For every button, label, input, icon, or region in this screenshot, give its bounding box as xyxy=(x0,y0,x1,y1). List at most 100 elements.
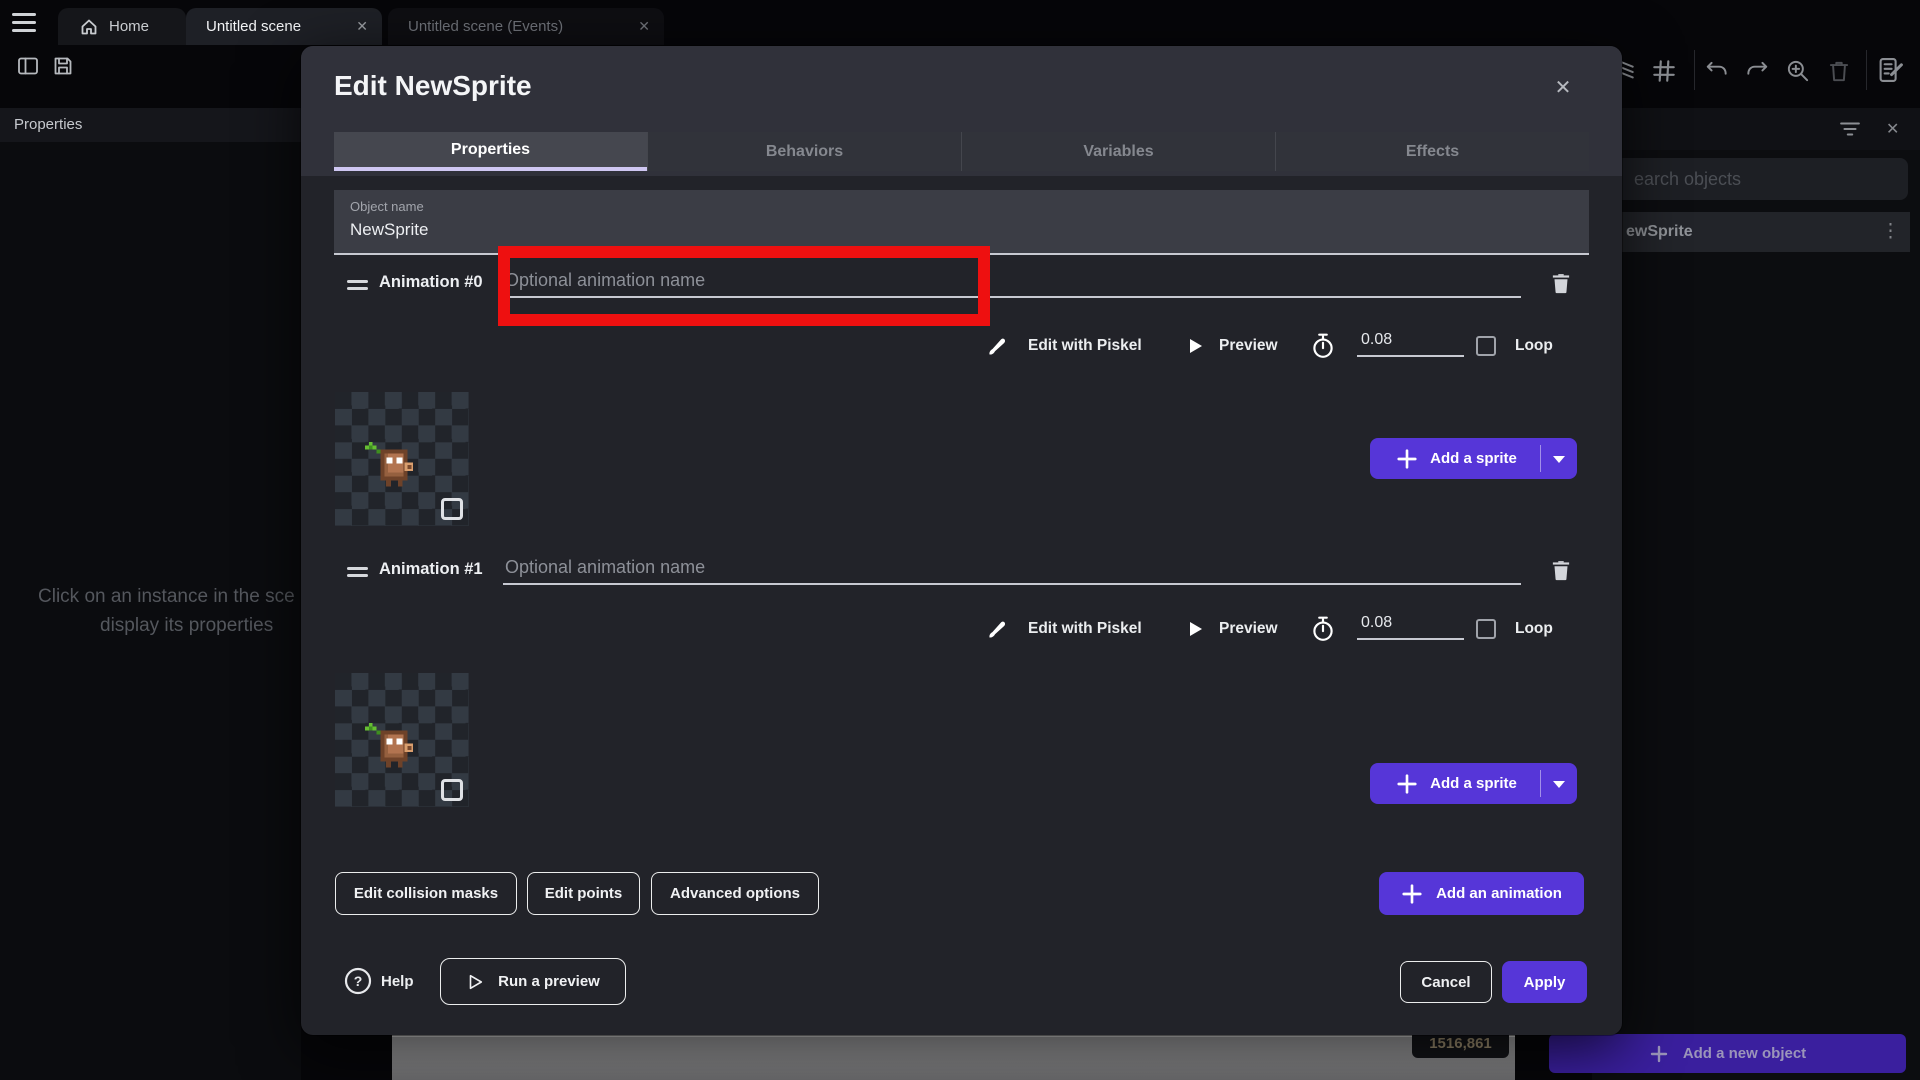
brush-icon xyxy=(985,334,1009,358)
help-button[interactable]: Help xyxy=(381,958,414,1005)
edit-with-piskel-button[interactable]: Edit with Piskel xyxy=(1028,329,1142,363)
apply-button[interactable]: Apply xyxy=(1502,961,1587,1003)
redo-icon[interactable] xyxy=(1744,60,1770,87)
objects-panel-body xyxy=(1592,150,1920,1080)
add-animation-label: Add an animation xyxy=(1436,885,1562,902)
tab-events-label: Untitled scene (Events) xyxy=(408,18,563,35)
undo-icon[interactable] xyxy=(1704,60,1730,87)
brush-icon xyxy=(985,617,1009,641)
button-label: Apply xyxy=(1524,974,1566,991)
delete-animation-icon[interactable] xyxy=(1548,557,1574,583)
add-new-object-label: Add a new object xyxy=(1683,1045,1806,1062)
tab-label: Effects xyxy=(1406,143,1459,161)
tab-home[interactable]: Home xyxy=(58,8,186,45)
edit-object-dialog: Edit NewSprite ✕ Properties Behaviors Va… xyxy=(301,46,1622,1035)
drag-handle[interactable] xyxy=(347,280,368,290)
add-sprite-label: Add a sprite xyxy=(1430,775,1517,792)
help-icon[interactable]: ? xyxy=(343,966,373,1001)
button-label: Cancel xyxy=(1421,974,1470,991)
plus-icon xyxy=(1401,883,1423,905)
loop-checkbox[interactable] xyxy=(1476,619,1496,639)
add-new-object-button[interactable]: Add a new object xyxy=(1549,1034,1906,1073)
tab-untitled-scene-events[interactable]: Untitled scene (Events) ✕ xyxy=(388,8,664,45)
tab-untitled-scene[interactable]: Untitled scene ✕ xyxy=(186,8,382,45)
add-animation-button[interactable]: Add an animation xyxy=(1379,872,1584,915)
save-icon[interactable] xyxy=(51,54,75,83)
loop-label: Loop xyxy=(1515,612,1553,646)
sprite-thumbnail[interactable] xyxy=(335,392,469,526)
pig-sprite-image xyxy=(361,438,423,492)
animation-name-input[interactable] xyxy=(503,551,1521,585)
plus-icon xyxy=(1649,1044,1669,1064)
add-sprite-button[interactable]: Add a sprite xyxy=(1370,438,1577,479)
loop-label: Loop xyxy=(1515,329,1553,363)
animation-name-input[interactable] xyxy=(503,264,1521,298)
add-sprite-label: Add a sprite xyxy=(1430,450,1517,467)
hamburger-menu-icon[interactable] xyxy=(12,13,36,32)
sprite-thumbnail[interactable] xyxy=(335,673,469,807)
svg-text:?: ? xyxy=(354,973,363,989)
edit-scene-properties-icon[interactable] xyxy=(1876,55,1906,90)
object-name-value: NewSprite xyxy=(350,220,428,240)
chevron-down-icon[interactable] xyxy=(1553,781,1565,788)
object-item-label: ewSprite xyxy=(1626,212,1693,252)
edit-with-piskel-button[interactable]: Edit with Piskel xyxy=(1028,612,1142,646)
objects-panel-header: ✕ xyxy=(1592,108,1920,150)
edit-collision-masks-button[interactable]: Edit collision masks xyxy=(335,872,517,915)
tab-behaviors[interactable]: Behaviors xyxy=(647,132,961,171)
advanced-options-button[interactable]: Advanced options xyxy=(651,872,819,915)
dialog-close-icon[interactable]: ✕ xyxy=(1547,72,1579,104)
animation-label: Animation #0 xyxy=(379,273,483,292)
drag-handle[interactable] xyxy=(347,567,368,577)
tab-properties[interactable]: Properties xyxy=(334,132,647,171)
close-tab-icon[interactable]: ✕ xyxy=(638,18,650,35)
search-objects-placeholder: earch objects xyxy=(1634,158,1741,200)
select-sprite-checkbox[interactable] xyxy=(441,498,463,520)
delete-animation-icon[interactable] xyxy=(1548,270,1574,296)
search-objects-input[interactable]: earch objects xyxy=(1600,158,1908,200)
loop-checkbox[interactable] xyxy=(1476,336,1496,356)
play-icon xyxy=(1185,336,1205,356)
scene-canvas[interactable] xyxy=(392,1035,1515,1080)
panel-layout-icon[interactable] xyxy=(16,54,40,83)
zoom-in-icon[interactable] xyxy=(1784,57,1812,90)
button-label: Edit points xyxy=(545,885,623,902)
preview-button[interactable]: Preview xyxy=(1219,329,1278,363)
preview-button[interactable]: Preview xyxy=(1219,612,1278,646)
time-between-frames-input[interactable] xyxy=(1357,331,1464,357)
properties-hint-line1: Click on an instance in the sce xyxy=(38,586,295,608)
grid-icon[interactable] xyxy=(1650,57,1678,90)
animation-toolbar-row: Edit with Piskel Preview Loop xyxy=(301,612,1622,646)
cancel-button[interactable]: Cancel xyxy=(1400,961,1492,1003)
add-sprite-button[interactable]: Add a sprite xyxy=(1370,763,1577,804)
time-between-frames-input[interactable] xyxy=(1357,614,1464,640)
button-divider xyxy=(1540,770,1542,797)
close-tab-icon[interactable]: ✕ xyxy=(356,18,368,35)
tab-variables[interactable]: Variables xyxy=(961,132,1275,171)
toolbar-divider xyxy=(1866,50,1867,90)
run-preview-button[interactable]: Run a preview xyxy=(440,958,626,1005)
kebab-menu-icon[interactable]: ⋮ xyxy=(1881,212,1900,252)
trash-icon[interactable] xyxy=(1826,58,1852,89)
tab-label: Variables xyxy=(1083,143,1153,161)
select-sprite-checkbox[interactable] xyxy=(441,779,463,801)
tab-label: Properties xyxy=(451,141,530,159)
button-label: Advanced options xyxy=(670,885,800,902)
filter-icon[interactable] xyxy=(1840,121,1860,137)
play-outline-icon xyxy=(466,973,484,991)
toolbar-divider xyxy=(1694,50,1695,90)
edit-points-button[interactable]: Edit points xyxy=(527,872,640,915)
close-panel-icon[interactable]: ✕ xyxy=(1886,119,1899,139)
tab-home-label: Home xyxy=(109,18,149,35)
object-list-item[interactable]: ewSprite ⋮ xyxy=(1592,212,1910,252)
properties-panel-title: Properties xyxy=(14,116,82,133)
object-name-field[interactable]: Object name NewSprite xyxy=(334,190,1589,255)
chevron-down-icon[interactable] xyxy=(1553,456,1565,463)
dialog-tab-bar: Properties Behaviors Variables Effects xyxy=(334,132,1589,171)
button-divider xyxy=(1540,445,1542,472)
button-label: Run a preview xyxy=(498,973,600,990)
button-label: Edit collision masks xyxy=(354,885,498,902)
tab-effects[interactable]: Effects xyxy=(1275,132,1589,171)
plus-icon xyxy=(1396,773,1418,795)
dialog-title: Edit NewSprite xyxy=(334,70,532,102)
